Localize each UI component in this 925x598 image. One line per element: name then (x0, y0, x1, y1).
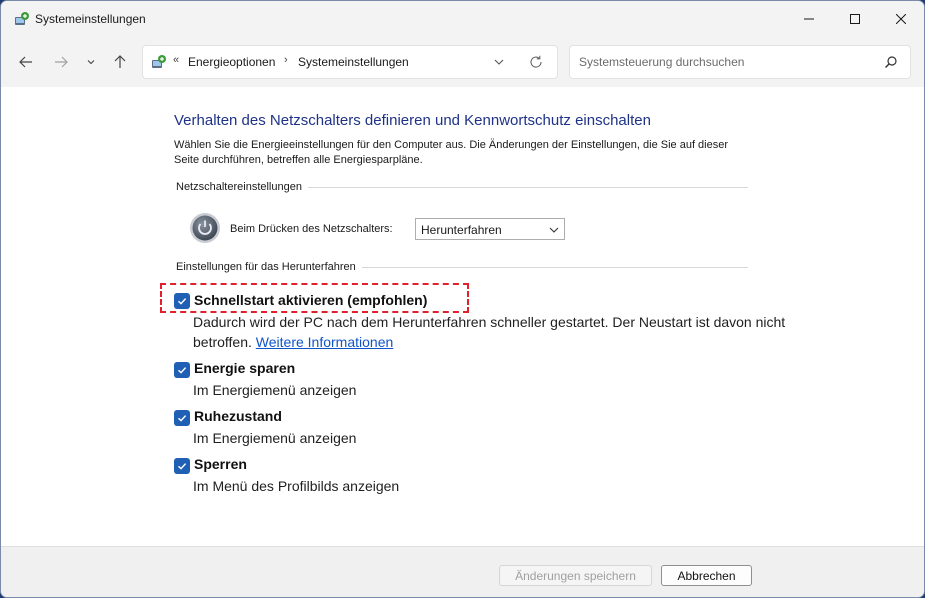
maximize-button[interactable] (832, 1, 878, 37)
search-input[interactable]: Systemsteuerung durchsuchen (579, 55, 744, 69)
select-value: Herunterfahren (421, 223, 502, 237)
fast-startup-checkbox[interactable] (174, 293, 190, 309)
title-bar: Systemeinstellungen (1, 1, 924, 37)
checkmark-icon (178, 415, 187, 422)
address-bar[interactable]: « Energieoptionen › Systemeinstellungen (142, 45, 558, 79)
settings-window: Systemeinstellungen « Energieoptionen › … (0, 0, 925, 598)
fast-startup-description: Dadurch wird der PC nach dem Herunterfah… (193, 313, 833, 352)
power-button-action-select[interactable]: Herunterfahren (415, 218, 565, 240)
checkmark-icon (178, 298, 187, 305)
footer-bar: Änderungen speichern Abbrechen (1, 546, 924, 597)
window-title: Systemeinstellungen (35, 12, 146, 26)
lock-description: Im Menü des Profilbilds anzeigen (193, 478, 400, 494)
up-arrow-icon (114, 55, 126, 68)
save-changes-button[interactable]: Änderungen speichern (499, 565, 652, 586)
chevron-down-icon (549, 227, 559, 233)
close-button[interactable] (878, 1, 924, 37)
minimize-icon (804, 18, 814, 20)
navigation-bar: « Energieoptionen › Systemeinstellungen … (1, 37, 924, 87)
refresh-icon[interactable] (528, 54, 544, 70)
breadcrumb-systemeinstellungen[interactable]: Systemeinstellungen (298, 55, 409, 69)
main-content: Verhalten des Netzschalters definieren u… (1, 87, 924, 546)
hibernate-description: Im Energiemenü anzeigen (193, 430, 357, 446)
fast-startup-label[interactable]: Schnellstart aktivieren (empfohlen) (194, 292, 427, 308)
control-panel-icon (15, 12, 29, 25)
power-icon (190, 213, 220, 243)
search-box[interactable]: Systemsteuerung durchsuchen (569, 45, 911, 79)
lock-label[interactable]: Sperren (194, 456, 247, 472)
checkmark-icon (178, 463, 187, 470)
cancel-button[interactable]: Abbrechen (661, 565, 752, 586)
recent-dropdown-icon (87, 60, 95, 65)
breadcrumb-energieoptionen[interactable]: Energieoptionen (188, 55, 275, 69)
page-title: Verhalten des Netzschalters definieren u… (174, 112, 651, 129)
up-button[interactable] (108, 50, 132, 74)
checkmark-icon (178, 367, 187, 374)
hibernate-label[interactable]: Ruhezustand (194, 408, 282, 424)
maximize-icon (850, 14, 860, 24)
sleep-label[interactable]: Energie sparen (194, 360, 295, 376)
address-dropdown-icon[interactable] (492, 55, 506, 69)
section-header-power: Netzschaltereinstellungen (176, 181, 308, 193)
recent-locations-button[interactable] (80, 50, 102, 74)
power-button-label: Beim Drücken des Netzschalters: (230, 223, 393, 235)
back-button[interactable] (14, 50, 38, 74)
section-header-shutdown: Einstellungen für das Herunterfahren (176, 261, 362, 273)
forward-arrow-icon (55, 56, 68, 68)
minimize-button[interactable] (786, 1, 832, 37)
breadcrumb-separator[interactable]: › (284, 54, 288, 66)
hibernate-checkbox[interactable] (174, 410, 190, 426)
back-arrow-icon (19, 56, 32, 68)
forward-button[interactable] (49, 50, 73, 74)
control-panel-icon (152, 55, 166, 68)
sleep-checkbox[interactable] (174, 362, 190, 378)
lock-checkbox[interactable] (174, 458, 190, 474)
page-description: Wählen Sie die Energieeinstellungen für … (174, 139, 729, 166)
close-icon (896, 14, 906, 24)
search-icon[interactable] (884, 55, 898, 69)
sleep-description: Im Energiemenü anzeigen (193, 382, 357, 398)
more-info-link[interactable]: Weitere Informationen (256, 334, 393, 350)
breadcrumb-overflow[interactable]: « (173, 54, 179, 66)
